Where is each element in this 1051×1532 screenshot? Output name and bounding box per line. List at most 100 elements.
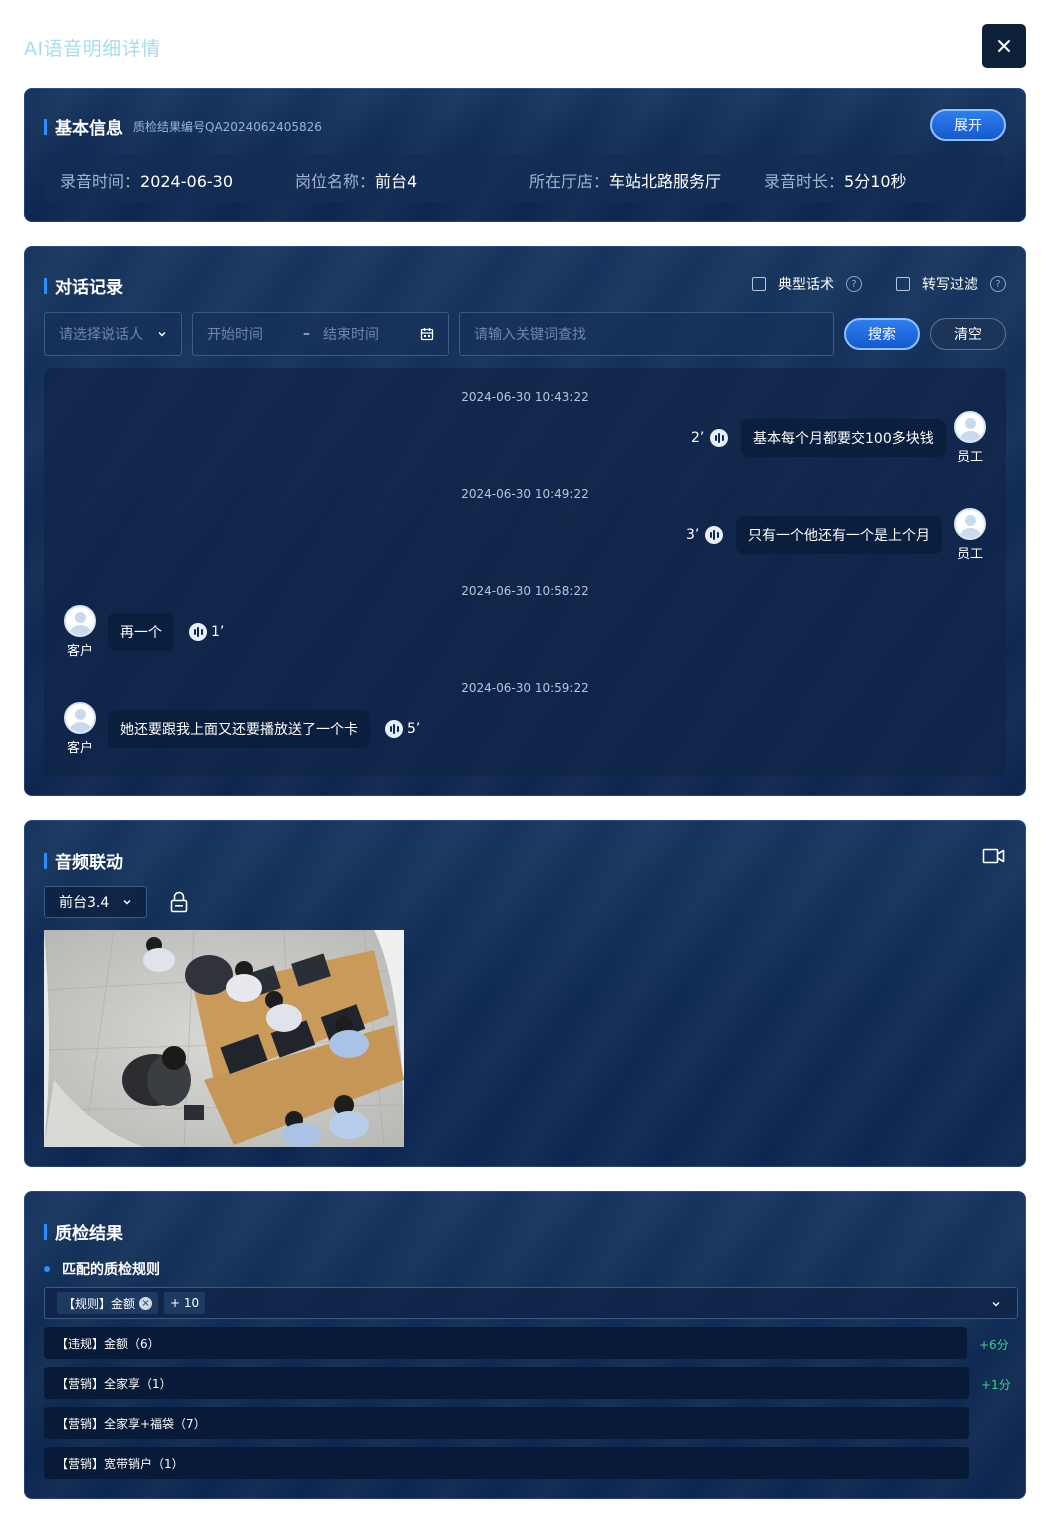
audio-play-icon[interactable] (710, 429, 729, 447)
checkbox-box[interactable] (752, 277, 766, 291)
help-icon[interactable]: ? (990, 276, 1006, 292)
avatar (954, 411, 986, 443)
message-duration: 1’ (189, 623, 224, 641)
dialog-panel: 对话记录 典型话术 ? 转写过滤 ? 请选择说话人 开始时间 – 结束时间 请输… (24, 246, 1026, 796)
rule-text: 【营销】全家享（1） (56, 1376, 172, 1391)
basic-info-panel: 基本信息 质检结果编号QA2024062405826 展开 录音时间：2024-… (24, 88, 1026, 222)
info-post-name: 岗位名称：前台4 (295, 168, 417, 192)
search-button[interactable]: 搜索 (844, 318, 920, 350)
station-value: 前台3.4 (59, 895, 110, 911)
audio-link-panel: 音频联动 前台3.4 (24, 820, 1026, 1167)
info-value: 5分10秒 (844, 172, 907, 191)
message-duration: 3’ (686, 526, 724, 544)
quality-header: 质检结果 (44, 1219, 123, 1244)
avatar (954, 508, 986, 540)
rule-text: 【营销】宽带销户（1） (56, 1456, 184, 1471)
rule-row[interactable]: 【违规】金额（6） (44, 1327, 967, 1359)
info-value: 2024-06-30 (140, 172, 233, 191)
rule-text: 【营销】全家享+福袋（7） (56, 1416, 206, 1431)
matched-rules-label: 匹配的质检规则 (62, 1262, 160, 1278)
info-duration: 录音时长：5分10秒 (764, 168, 907, 192)
section-marker (44, 1223, 47, 1240)
audio-play-icon[interactable] (705, 526, 724, 544)
rule-row[interactable]: 【营销】宽带销户（1） (44, 1447, 969, 1479)
matched-rules-heading: 匹配的质检规则 (44, 1259, 160, 1279)
range-separator: – (303, 326, 310, 342)
selected-rule-tag: 【规则】金额 × (57, 1292, 159, 1314)
typical-speech-checkbox[interactable]: 典型话术 ? (752, 274, 862, 294)
rule-score: +1分 (981, 1378, 1011, 1392)
avatar (64, 605, 96, 637)
section-marker (44, 277, 47, 294)
expand-button[interactable]: 展开 (930, 109, 1006, 141)
dialog-title: 对话记录 (55, 278, 123, 298)
tag-close-icon[interactable]: × (139, 1296, 153, 1310)
audio-play-icon[interactable] (385, 720, 403, 738)
chevron-down-icon[interactable] (991, 1299, 1001, 1309)
duration-text: 3’ (686, 527, 700, 543)
info-label: 录音时间： (60, 172, 141, 191)
basic-info-header: 基本信息 质检结果编号QA2024062405826 (44, 114, 322, 139)
keyword-search-input[interactable]: 请输入关键词查找 (459, 312, 834, 356)
speaker-select[interactable]: 请选择说话人 (44, 312, 182, 356)
checkbox-box[interactable] (896, 277, 910, 291)
quality-title: 质检结果 (55, 1224, 123, 1244)
chat-log: 2024-06-30 10:43:22 2’ 基本每个月都要交100多块钱 员工… (44, 368, 1006, 776)
message-timestamp: 2024-06-30 10:49:22 (461, 487, 589, 501)
message-duration: 2’ (691, 429, 729, 447)
rule-text: 【违规】金额（6） (56, 1336, 160, 1351)
date-range-picker[interactable]: 开始时间 – 结束时间 (192, 312, 449, 356)
station-select[interactable]: 前台3.4 (44, 886, 147, 918)
info-row: 录音时间：2024-06-30 岗位名称：前台4 所在厅店：车站北路服务厅 录音… (44, 154, 1006, 202)
rule-multiselect[interactable]: 【规则】金额 × + 10 (44, 1287, 1018, 1319)
message-timestamp: 2024-06-30 10:43:22 (461, 390, 589, 404)
message-timestamp: 2024-06-30 10:59:22 (461, 681, 589, 695)
info-value: 车站北路服务厅 (609, 172, 722, 191)
close-button[interactable] (982, 24, 1026, 68)
info-store: 所在厅店：车站北路服务厅 (529, 168, 721, 192)
message-bubble: 基本每个月都要交100多块钱 (741, 419, 946, 457)
bullet-dot (44, 1266, 50, 1272)
info-label: 所在厅店： (529, 172, 610, 191)
chevron-down-icon (158, 332, 166, 337)
help-icon[interactable]: ? (846, 276, 862, 292)
audio-link-header: 音频联动 (44, 848, 123, 873)
qa-result-number: 质检结果编号QA2024062405826 (133, 120, 322, 134)
duration-text: 5’ (407, 721, 421, 737)
keyword-placeholder: 请输入关键词查找 (474, 327, 586, 343)
section-marker (44, 118, 47, 135)
info-label: 岗位名称： (295, 172, 376, 191)
end-time-input[interactable]: 结束时间 (323, 324, 420, 344)
surveillance-video-frame[interactable] (44, 930, 404, 1147)
close-icon (998, 40, 1010, 52)
checkbox-label: 典型话术 (778, 277, 834, 293)
info-record-time: 录音时间：2024-06-30 (60, 168, 233, 192)
audio-play-icon[interactable] (189, 623, 207, 641)
chevron-down-icon (123, 900, 131, 905)
tag-label: 【规则】金额 (63, 1296, 136, 1311)
video-camera-icon[interactable] (982, 847, 1006, 865)
rule-row[interactable]: 【营销】全家享+福袋（7） (44, 1407, 969, 1439)
avatar (64, 702, 96, 734)
message-bubble: 她还要跟我上面又还要播放送了一个卡 (108, 710, 370, 748)
section-marker (44, 852, 47, 869)
speaker-role: 员工 (956, 547, 983, 562)
quality-result-panel: 质检结果 匹配的质检规则 【规则】金额 × + 10 【违规】金额（6） +6分… (24, 1191, 1026, 1499)
rule-row[interactable]: 【营销】全家享（1） (44, 1367, 969, 1399)
checkbox-label: 转写过滤 (922, 277, 978, 293)
transcribe-filter-checkbox[interactable]: 转写过滤 ? (896, 274, 1006, 294)
rule-score: +6分 (979, 1338, 1009, 1352)
more-tags-count[interactable]: + 10 (164, 1292, 206, 1314)
duration-text: 2’ (691, 430, 705, 446)
calendar-icon (420, 328, 434, 341)
clear-button[interactable]: 清空 (930, 318, 1006, 350)
info-label: 录音时长： (764, 172, 845, 191)
speaker-role: 客户 (66, 741, 93, 756)
message-bubble: 再一个 (108, 613, 174, 651)
speaker-role: 员工 (956, 450, 983, 465)
message-timestamp: 2024-06-30 10:58:22 (461, 584, 589, 598)
speaker-role: 客户 (66, 644, 93, 659)
basic-info-title: 基本信息 (55, 119, 123, 139)
lock-icon[interactable] (169, 891, 189, 913)
start-time-input[interactable]: 开始时间 (207, 324, 303, 344)
